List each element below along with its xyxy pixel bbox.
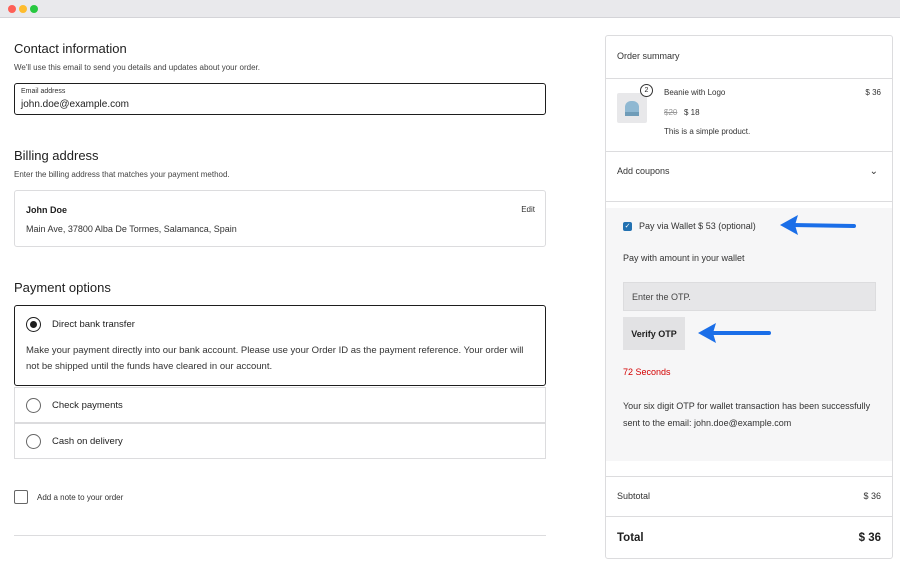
payment-option-cash-on-delivery[interactable]: Cash on delivery [14,423,546,459]
subtotal-value: $ 36 [863,491,881,501]
contact-subtext: We'll use this email to send you details… [14,63,260,72]
edit-address-link[interactable]: Edit [521,205,535,214]
subtotal-label: Subtotal [617,491,651,501]
divider [606,78,892,79]
divider [606,151,892,152]
billing-heading: Billing address [14,148,99,163]
otp-input[interactable]: Enter the OTP. [623,282,876,311]
payment-option-label: Cash on delivery [52,436,123,447]
wallet-checkbox-label[interactable]: Pay via Wallet $ 53 (optional) [639,221,756,231]
payment-option-direct-bank-transfer[interactable]: Direct bank transfer Make your payment d… [14,305,546,386]
total-value: $ 36 [858,532,881,544]
contact-heading: Contact information [14,41,127,56]
close-window-button[interactable] [8,5,16,13]
minimize-window-button[interactable] [19,5,27,13]
beanie-image-icon [625,101,639,116]
email-field-label: Email address [21,88,66,95]
otp-placeholder: Enter the OTP. [632,292,691,302]
product-regular-price: $20 [664,108,678,117]
billing-address-line: Main Ave, 37800 Alba De Tormes, Salamanc… [26,224,237,234]
otp-sent-message: Your six digit OTP for wallet transactio… [623,401,871,428]
payment-heading: Payment options [14,280,111,295]
divider [606,476,892,477]
payment-description: Make your payment directly into our bank… [26,345,524,372]
divider [606,201,892,202]
product-description: This is a simple product. [664,127,751,136]
billing-subtext: Enter the billing address that matches y… [14,170,230,179]
chevron-down-icon[interactable]: ⌄ [870,166,878,177]
email-field-value[interactable]: john.doe@example.com [21,99,129,110]
product-line-total: $ 36 [865,88,881,97]
order-note-label[interactable]: Add a note to your order [37,493,123,502]
payment-option-label: Check payments [52,400,123,411]
product-sale-price: $ 18 [684,108,700,117]
radio-cash-on-delivery[interactable] [26,434,41,449]
divider [606,516,892,517]
wallet-checkbox[interactable]: ✓ [623,222,632,231]
billing-name: John Doe [26,205,68,215]
window-titlebar [0,0,900,18]
product-thumbnail [617,93,647,123]
order-summary-panel: Order summary 2 Beanie with Logo $ 36 $2… [605,35,893,559]
order-summary-title: Order summary [617,51,680,61]
arrow-left-icon [698,323,771,343]
maximize-window-button[interactable] [30,5,38,13]
radio-check-payments[interactable] [26,398,41,413]
total-label: Total [617,532,644,544]
divider [14,535,546,536]
radio-direct-bank-transfer[interactable] [26,317,41,332]
order-note-checkbox[interactable] [14,490,28,504]
billing-address-card: John Doe Main Ave, 37800 Alba De Tormes,… [14,190,546,247]
otp-countdown: 72 Seconds [623,367,671,377]
payment-option-label: Direct bank transfer [52,319,135,330]
add-coupons-toggle[interactable]: Add coupons [617,166,670,176]
quantity-badge: 2 [640,84,653,97]
wallet-subtext: Pay with amount in your wallet [623,253,745,263]
email-field[interactable]: Email address john.doe@example.com [14,83,546,115]
product-name: Beanie with Logo [664,88,726,97]
arrow-left-icon [780,215,856,235]
verify-otp-button[interactable]: Verify OTP [623,317,685,350]
payment-option-check-payments[interactable]: Check payments [14,387,546,423]
